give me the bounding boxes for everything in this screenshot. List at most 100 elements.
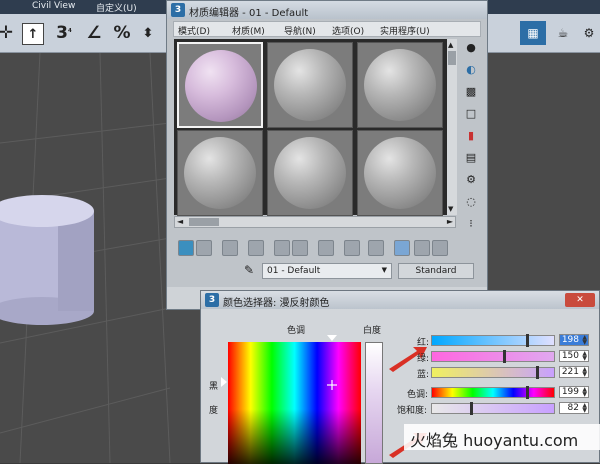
go-forward-sibling-icon[interactable] [432,240,448,256]
scroll-up-icon[interactable]: ▲ [448,41,453,49]
channel-spinner[interactable]: 198 ▲ ▼ [559,334,589,346]
close-icon: ✕ [576,295,584,305]
material-name-dropdown[interactable]: 01 - Default ▼ [262,263,392,279]
sample-slot[interactable] [267,130,353,216]
menu-civil-view[interactable]: Civil View [32,1,75,11]
reset-map-icon[interactable] [248,240,264,256]
sample-slot[interactable] [267,42,353,128]
go-to-parent-icon[interactable] [414,240,430,256]
material-type-button[interactable]: Standard [398,263,474,279]
spinner-arrows-icon[interactable]: ▲ ▼ [581,403,587,414]
blackness-marker-icon[interactable] [221,377,227,387]
spinner-arrows-icon[interactable]: ▲ ▼ [581,351,587,362]
slider-handle[interactable] [526,386,529,399]
backlight-icon[interactable]: ◐ [463,61,479,77]
sample-slot[interactable] [357,130,443,216]
spinner-arrows-icon[interactable]: ▲ ▼ [581,387,587,398]
slider-handle[interactable] [526,334,529,347]
app-icon: 3 [171,3,185,17]
menu-mode[interactable]: 模式(D) [178,24,210,37]
slots-vertical-scrollbar[interactable]: ▲ ▼ [447,39,457,215]
video-color-check-icon[interactable]: ▮ [463,127,479,143]
close-button[interactable]: ✕ [565,293,595,307]
channel-spinner[interactable]: 221 ▲ ▼ [559,366,589,378]
material-editor-titlebar[interactable]: 3 材质编辑器 - 01 - Default [167,1,487,19]
channel-value: 82 [567,403,579,413]
whiteness-slider[interactable] [365,342,383,464]
select-by-material-icon[interactable]: ◌ [463,193,479,209]
material-map-navigator-icon[interactable]: ⁝ [463,215,479,231]
snap-3d-icon[interactable]: 3⁴ [52,21,76,45]
options-icon[interactable]: ⚙ [463,171,479,187]
menu-material[interactable]: 材质(M) [232,24,265,37]
sample-slot[interactable] [357,42,443,128]
channel-value: 199 [561,387,579,397]
channel-slider[interactable] [431,402,555,415]
channel-spinner[interactable]: 150 ▲ ▼ [559,350,589,362]
slider-handle[interactable] [470,402,473,415]
make-unique-icon[interactable] [292,240,308,256]
copy-material-icon[interactable] [274,240,290,256]
material-editor-title: 材质编辑器 - 01 - Default [189,8,309,19]
channel-spinner[interactable]: 82 ▲ ▼ [559,402,589,414]
channel-slider[interactable] [431,366,555,379]
channel-spinner[interactable]: 199 ▲ ▼ [559,386,589,398]
crosshair-icon[interactable] [327,380,337,390]
select-icon[interactable]: ↑ [22,23,44,45]
spinner-snap-icon[interactable]: ⬍ [136,21,160,45]
scroll-down-icon[interactable]: ▼ [448,205,453,213]
menu-utilities[interactable]: 实用程序(U) [380,24,430,37]
menu-customize[interactable]: 自定义(U) [96,1,137,14]
slots-horizontal-scrollbar[interactable]: ◄ ► [174,216,456,228]
spinner-arrows-icon[interactable]: ▲ ▼ [581,367,587,378]
material-name-value: 01 - Default [267,266,321,276]
channel-value: 198 [561,335,579,345]
slider-handle[interactable] [503,350,506,363]
snap-3d-label: 3 [56,23,68,43]
cylinder-object[interactable] [0,195,94,325]
eyedropper-icon[interactable]: ✎ [244,263,254,277]
percent-snap-icon[interactable]: % [110,21,134,45]
material-name-row: ✎ 01 - Default ▼ Standard [174,263,474,281]
hue-marker-icon[interactable] [327,335,337,341]
scroll-right-icon[interactable]: ► [447,217,453,226]
scroll-thumb[interactable] [189,218,219,226]
hue-blackness-field[interactable] [228,342,361,464]
sample-slots [174,39,456,216]
scroll-left-icon[interactable]: ◄ [177,217,183,226]
put-to-library-icon[interactable] [318,240,334,256]
sample-slot[interactable] [177,130,263,216]
uv-tiling-icon[interactable]: □ [463,105,479,121]
show-shaded-icon[interactable] [368,240,384,256]
plus-icon[interactable]: ✛ [0,21,18,45]
menu-navigation[interactable]: 导航(N) [284,24,316,37]
scroll-thumb[interactable] [448,51,456,65]
get-material-icon[interactable] [178,240,194,256]
make-preview-icon[interactable]: ▤ [463,149,479,165]
channel-slider[interactable] [431,386,555,399]
sample-type-icon[interactable]: ● [463,39,479,55]
channel-label: 色调: [407,390,429,400]
assign-material-icon[interactable] [222,240,238,256]
render-setup-icon[interactable]: ☕ [552,21,574,45]
material-editor-icon[interactable]: ▦ [520,21,546,45]
spinner-arrows-icon[interactable]: ▲ ▼ [581,335,587,346]
app-icon: 3 [205,293,219,307]
material-sphere [185,50,257,122]
material-sphere [364,49,436,121]
channel-label: 饱和度: [397,406,428,416]
material-sphere [274,49,346,121]
show-end-result-icon[interactable] [394,240,410,256]
render-icon[interactable]: ⚙ [578,21,600,45]
sample-slot[interactable] [177,42,263,128]
put-to-scene-icon[interactable] [196,240,212,256]
menu-options[interactable]: 选项(O) [332,24,364,37]
background-icon[interactable]: ▩ [463,83,479,99]
chevron-down-icon: ▼ [381,266,387,274]
channel-slider[interactable] [431,350,555,363]
channel-slider[interactable] [431,334,555,347]
material-id-icon[interactable] [344,240,360,256]
color-selector-titlebar[interactable]: 3 颜色选择器: 漫反射颜色 ✕ [201,291,599,309]
slider-handle[interactable] [536,366,539,379]
angle-snap-icon[interactable]: ∠ [82,21,106,45]
